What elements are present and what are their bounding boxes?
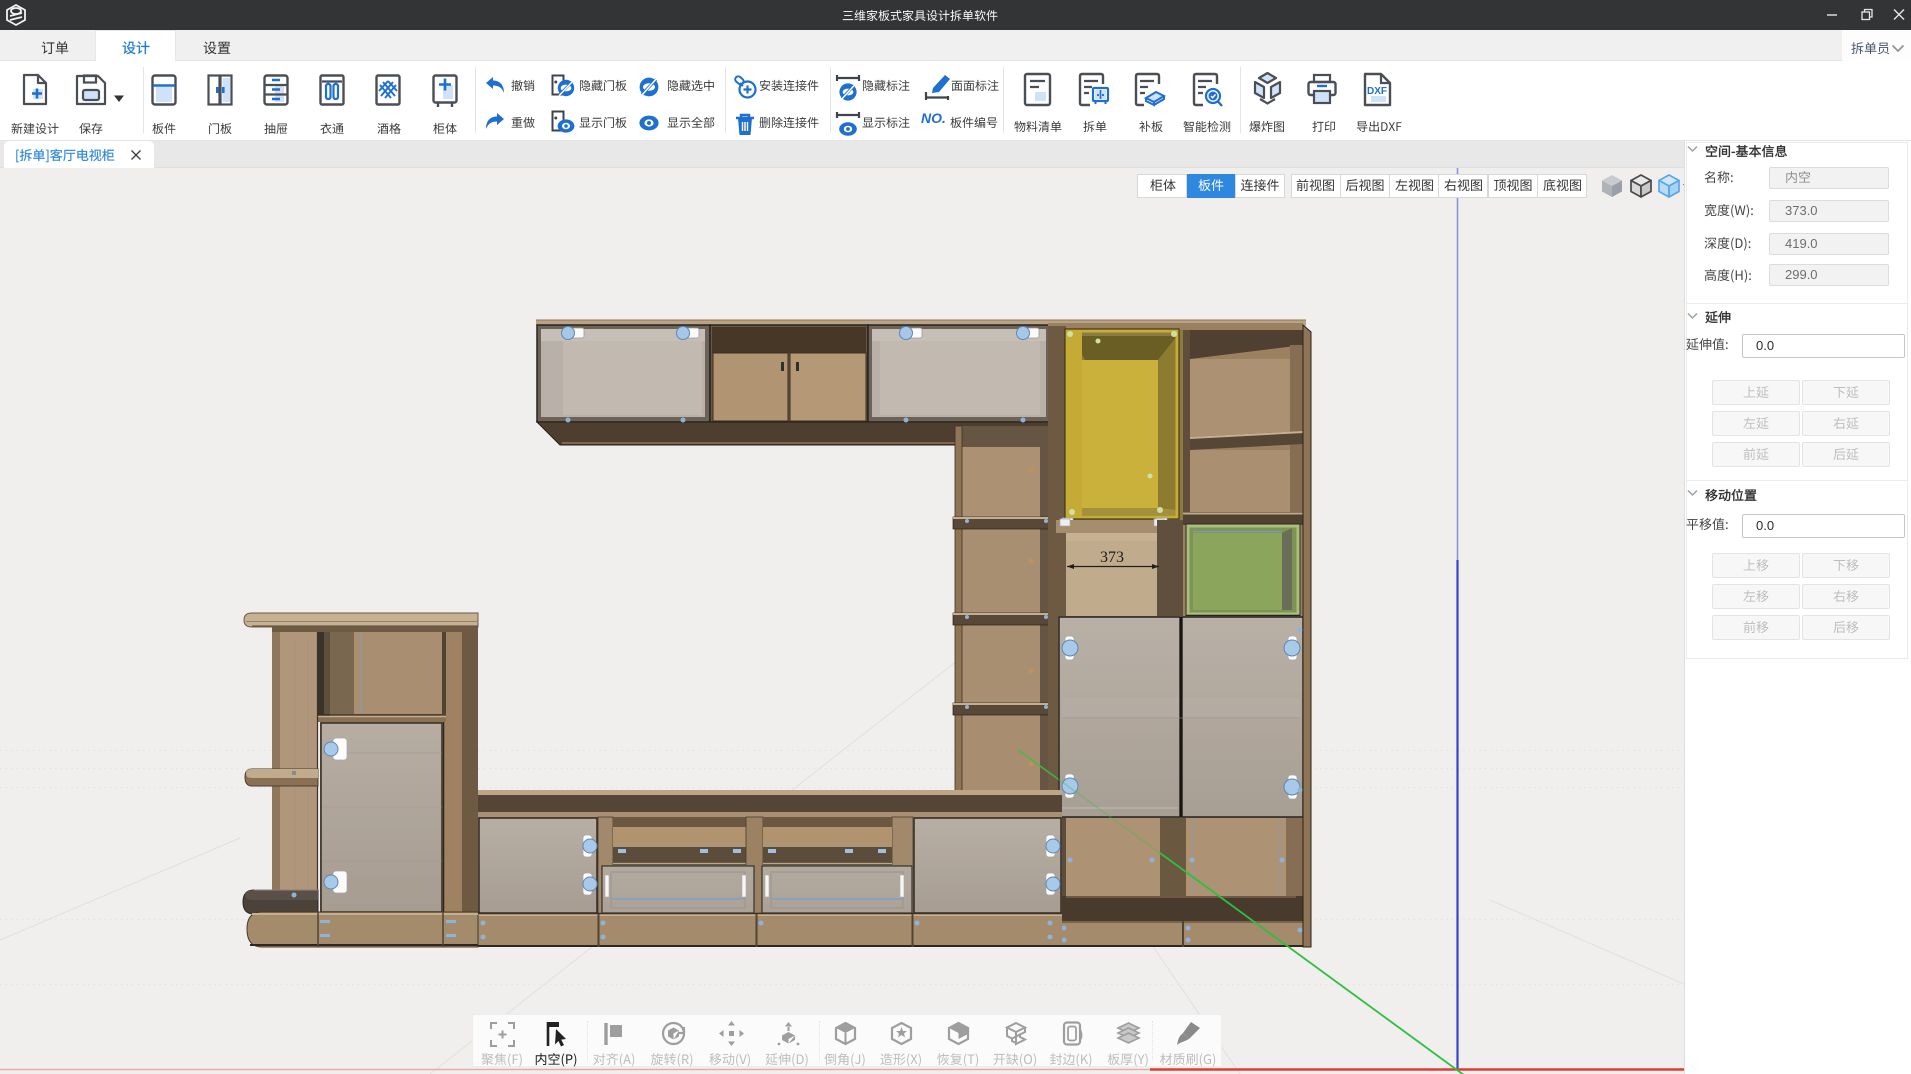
svg-text:373: 373 (1100, 549, 1124, 566)
svg-text:DXF: DXF (1367, 86, 1387, 97)
